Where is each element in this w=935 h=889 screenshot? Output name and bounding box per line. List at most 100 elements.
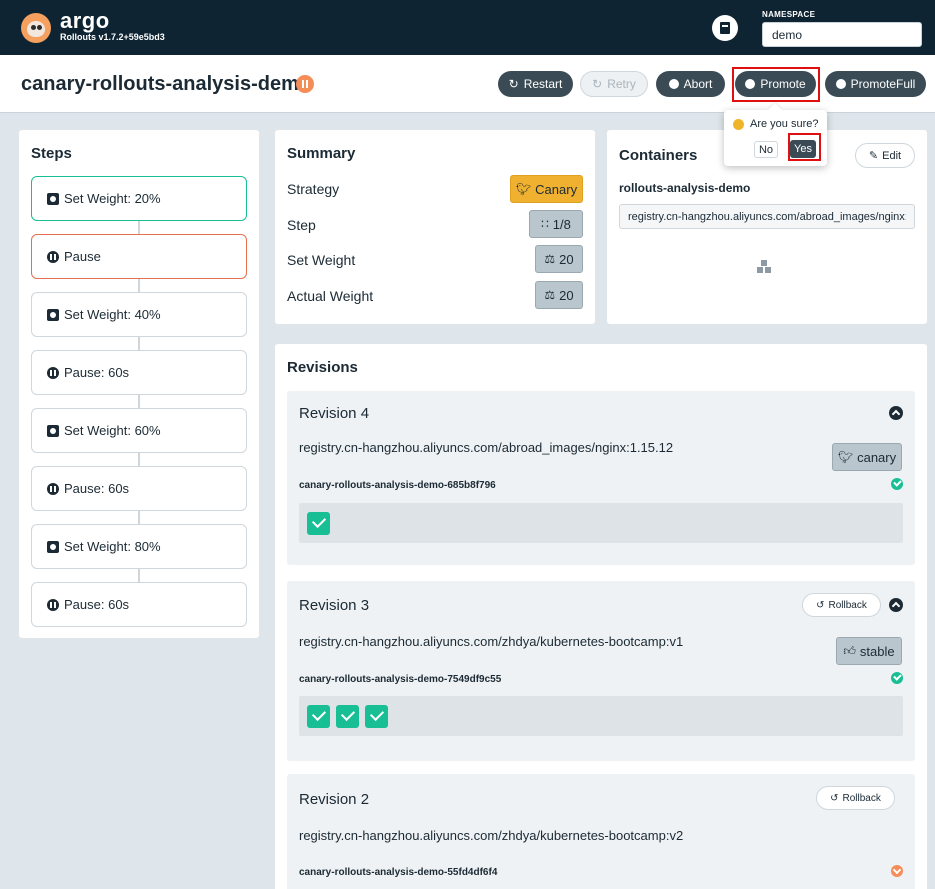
promote-full-up-icon (835, 79, 846, 89)
step-connector (138, 221, 140, 234)
container-image-input[interactable] (619, 204, 915, 229)
retry-label: Retry (607, 77, 636, 91)
actual-weight-value: 20 (559, 287, 574, 303)
paused-status-icon (296, 75, 314, 93)
balance-scale-icon: ⚖ (544, 288, 556, 302)
stable-tag-label: stable (859, 643, 895, 659)
revision-title: Revision 3 (299, 597, 370, 614)
pause-icon (47, 598, 59, 611)
replicaset-name: canary-rollouts-analysis-demo-685b8f796 (299, 480, 496, 491)
revision-title: Revision 4 (299, 405, 370, 422)
brand-name: argo (60, 8, 110, 33)
shoe-prints-icon: ∷ (541, 217, 549, 231)
revisions-panel: Revisions Revision 4 registry.cn-hangzho… (275, 344, 927, 889)
healthy-check-icon (891, 478, 903, 490)
pause-icon (47, 366, 59, 379)
step-item[interactable]: Pause (31, 234, 247, 279)
strategy-value: Canary (535, 181, 578, 197)
abort-label: Abort (683, 77, 713, 91)
step-label: Step (287, 217, 316, 233)
chevron-up-icon[interactable] (889, 406, 903, 420)
pod-healthy-icon[interactable] (336, 705, 359, 728)
pod-healthy-icon[interactable] (307, 512, 330, 535)
steps-title: Steps (31, 145, 72, 162)
step-label: Set Weight: 20% (64, 191, 161, 206)
argo-logo-icon[interactable] (21, 13, 51, 43)
revision-card: Revision 2 ↺ Rollback registry.cn-hangzh… (287, 774, 915, 889)
rollback-button[interactable]: ↺ Rollback (816, 786, 895, 810)
step-label: Set Weight: 60% (64, 423, 161, 438)
step-item[interactable]: Pause: 60s (31, 582, 247, 627)
steps-panel: Steps Set Weight: 20% Pause Set Weight: … (19, 130, 259, 638)
strategy-badge: 🐦︎ Canary (510, 175, 583, 203)
documentation-book-icon[interactable] (712, 15, 738, 41)
step-connector (138, 453, 140, 466)
edit-containers-button[interactable]: ✎ Edit (855, 143, 915, 168)
step-item[interactable]: Pause: 60s (31, 466, 247, 511)
scaled-down-arrow-icon (891, 865, 903, 877)
step-label: Pause: 60s (64, 481, 130, 496)
canary-bird-icon: 🐦︎ (837, 450, 854, 464)
rollback-label: Rollback (842, 792, 881, 804)
pause-icon (47, 482, 59, 495)
rollback-button[interactable]: ↺ Rollback (802, 593, 881, 617)
weight-icon (47, 192, 59, 205)
revision-image: registry.cn-hangzhou.aliyuncs.com/zhdya/… (299, 828, 684, 843)
step-item[interactable]: Pause: 60s (31, 350, 247, 395)
thumbs-up-icon: 👍︎ (843, 643, 856, 658)
replicaset-name: canary-rollouts-analysis-demo-7549df9c55 (299, 674, 502, 685)
set-weight-label: Set Weight (287, 252, 356, 268)
abort-button[interactable]: Abort (656, 71, 725, 97)
step-item[interactable]: Set Weight: 80% (31, 524, 247, 569)
promote-full-button[interactable]: PromoteFull (825, 71, 926, 97)
step-connector (138, 279, 140, 292)
pencil-icon: ✎ (868, 150, 879, 162)
strategy-label: Strategy (287, 181, 340, 197)
retry-button[interactable]: ↻ Retry (580, 71, 648, 97)
chevron-up-icon[interactable] (889, 598, 903, 612)
pause-icon (47, 250, 59, 263)
actual-weight-badge: ⚖ 20 (535, 281, 583, 309)
step-badge: ∷ 1/8 (529, 210, 583, 238)
stable-tag: 👍︎ stable (836, 637, 902, 665)
undo-icon: ↺ (830, 792, 839, 804)
summary-title: Summary (287, 145, 356, 162)
container-name: rollouts-analysis-demo (619, 181, 751, 195)
replicaset-name: canary-rollouts-analysis-demo-55fd4df6f4 (299, 867, 498, 878)
step-item[interactable]: Set Weight: 60% (31, 408, 247, 453)
namespace-input[interactable] (762, 22, 922, 47)
pod-healthy-icon[interactable] (307, 705, 330, 728)
set-weight-value: 20 (559, 251, 574, 267)
revision-title: Revision 2 (299, 791, 370, 808)
step-connector (138, 569, 140, 582)
step-label: Pause: 60s (64, 365, 130, 380)
canary-tag: 🐦︎ canary (832, 443, 902, 471)
retry-icon: ↻ (592, 77, 603, 91)
pods-container (299, 696, 903, 736)
step-item[interactable]: Set Weight: 20% (31, 176, 247, 221)
confirm-no-button[interactable]: No (754, 141, 778, 158)
canary-tag-label: canary (857, 449, 897, 465)
canary-bird-icon: 🐦︎ (515, 182, 532, 196)
abort-icon (668, 79, 679, 89)
step-item[interactable]: Set Weight: 40% (31, 292, 247, 337)
summary-panel: Summary Strategy 🐦︎ Canary Step ∷ 1/8 Se… (275, 130, 595, 324)
restart-icon: ↻ (508, 77, 519, 91)
promote-full-label: PromoteFull (850, 77, 916, 91)
healthy-check-icon (891, 672, 903, 684)
promote-highlight-frame (732, 67, 820, 102)
step-connector (138, 511, 140, 524)
pod-healthy-icon[interactable] (365, 705, 388, 728)
cubes-icon (756, 260, 772, 274)
warning-icon (733, 119, 744, 130)
step-connector (138, 395, 140, 408)
restart-button[interactable]: ↻ Restart (498, 71, 573, 97)
edit-label: Edit (882, 149, 902, 162)
weight-icon (47, 308, 59, 321)
page-title: canary-rollouts-analysis-demo (21, 73, 312, 95)
set-weight-badge: ⚖ 20 (535, 245, 583, 273)
undo-icon: ↺ (816, 599, 825, 611)
yes-highlight-frame (788, 133, 821, 161)
step-label: Set Weight: 80% (64, 539, 161, 554)
step-label: Pause (64, 249, 101, 264)
